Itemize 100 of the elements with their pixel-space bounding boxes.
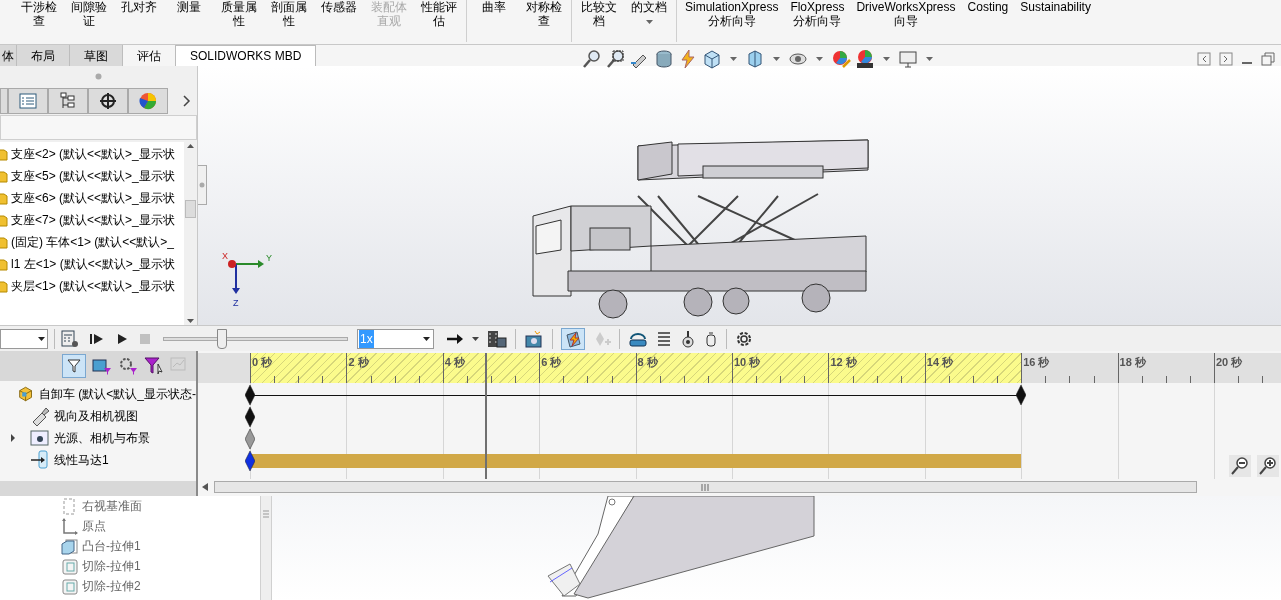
magnifier-icon[interactable] [582, 49, 602, 69]
filter-button[interactable] [62, 354, 86, 378]
grip-lines-icon[interactable] [701, 483, 710, 491]
folder-icon[interactable] [0, 169, 8, 183]
restore-icon[interactable] [1261, 52, 1275, 66]
ribbon-tab[interactable]: 草图 [70, 45, 123, 66]
spring-icon[interactable] [656, 329, 672, 348]
folder-icon[interactable] [0, 191, 8, 205]
caret-icon[interactable] [472, 336, 479, 341]
cube-icon[interactable] [745, 49, 765, 69]
scrollbar[interactable] [184, 142, 197, 325]
ribbon-button[interactable]: Costing [961, 0, 1015, 14]
ribbon-tab[interactable]: 布局 [17, 45, 70, 66]
color-ball-icon[interactable] [831, 49, 851, 69]
tree-item[interactable]: 视向及相机视图 [54, 407, 138, 425]
splitter-grip-icon[interactable] [263, 510, 269, 519]
ribbon-button[interactable]: 质量属性 [214, 0, 264, 28]
ribbon-button[interactable]: 性能评估 [414, 0, 464, 28]
assembly-icon[interactable] [18, 384, 35, 404]
tree-item[interactable]: 夹层<1> (默认<<默认>_显示状 [11, 277, 175, 295]
right-arrow-icon[interactable] [446, 331, 464, 346]
tree-item[interactable]: 凸台-拉伸1 [82, 537, 141, 555]
tree-item[interactable]: 支座<7> (默认<<默认>_显示状 [11, 211, 175, 229]
playhead-line[interactable] [485, 353, 488, 479]
ribbon-button[interactable]: 间隙验证 [64, 0, 114, 28]
camera-icon[interactable] [524, 328, 544, 349]
tree-item[interactable]: 线性马达1 [54, 451, 109, 469]
contact-icon[interactable] [680, 329, 696, 348]
origin-icon[interactable] [60, 517, 78, 535]
tree-icon[interactable] [58, 92, 78, 110]
folder-icon[interactable] [0, 279, 8, 293]
step-play-icon[interactable] [89, 331, 105, 346]
folder-icon[interactable] [0, 257, 8, 271]
camera-funnel-icon[interactable] [92, 356, 112, 376]
color-wheel-icon[interactable] [138, 92, 158, 110]
scroll-left-icon[interactable] [202, 483, 208, 491]
grip-dot-icon[interactable] [199, 182, 205, 188]
tree-item[interactable]: 支座<5> (默认<<默认>_显示状 [11, 167, 175, 185]
ribbon-button[interactable]: 曲率 [469, 0, 519, 14]
flashlight-icon[interactable] [30, 406, 50, 426]
keypoint-icon[interactable] [245, 451, 255, 471]
keypoint-icon[interactable] [245, 385, 255, 405]
scroll-thumb[interactable] [185, 199, 196, 218]
folder-icon[interactable] [0, 235, 8, 249]
scroll-up-icon[interactable] [187, 144, 194, 148]
list-icon[interactable] [18, 92, 38, 110]
tree-item[interactable]: (固定) 车体<1> (默认<<默认>_ [11, 233, 175, 251]
calculator-icon[interactable] [61, 329, 79, 348]
gear-funnel-icon[interactable] [118, 356, 138, 376]
caret-icon[interactable] [423, 336, 430, 341]
motor-arrow-icon[interactable] [30, 450, 50, 470]
ribbon-button[interactable]: 传感器 [314, 0, 364, 14]
tree-item[interactable]: 切除-拉伸2 [82, 577, 141, 595]
ribbon-button[interactable]: Sustainability [1014, 0, 1097, 14]
ribbon-button[interactable]: 孔对齐 [114, 0, 164, 14]
ribbon-button[interactable]: SimulationXpress 分析向导 [679, 0, 785, 28]
collapse-caret-icon[interactable] [10, 434, 16, 442]
tree-item[interactable]: 支座<2> (默认<<默认>_显示状 [11, 145, 175, 163]
ribbon-button[interactable]: 比较文档 [574, 0, 624, 28]
scroll-down-icon[interactable] [187, 319, 194, 323]
tree-item[interactable]: 自卸车 (默认<默认_显示状态- [39, 385, 196, 403]
ribbon-button[interactable]: 剖面属性 [264, 0, 314, 28]
panel-left-icon[interactable] [1197, 52, 1211, 66]
grip-dot-icon[interactable] [95, 72, 102, 80]
lightning-icon[interactable] [678, 49, 698, 69]
panel-handle[interactable] [198, 165, 207, 205]
funnel-icon[interactable] [67, 359, 81, 373]
gear-icon[interactable] [735, 329, 753, 348]
ribbon-button[interactable]: 的文档 [624, 0, 674, 24]
tree-item[interactable]: l1 左<1> (默认<<默认>_显示状 [11, 255, 176, 273]
slider[interactable] [163, 328, 348, 349]
horizontal-scrollbar[interactable] [202, 480, 1197, 494]
ribbon-button[interactable]: 对称检查 [519, 0, 569, 28]
scroll-thumb[interactable] [214, 481, 1197, 493]
crosshair-icon[interactable] [98, 92, 118, 110]
gravity-icon[interactable] [704, 329, 718, 348]
tree-item[interactable]: 光源、相机与布景 [54, 429, 150, 447]
magnifier-icon[interactable] [606, 49, 626, 69]
ribbon-button[interactable]: FloXpress 分析向导 [784, 0, 851, 28]
tree-item[interactable]: 原点 [82, 517, 106, 535]
cube-icon[interactable] [702, 49, 722, 69]
keypoint-icon[interactable] [1016, 385, 1027, 405]
caret-icon[interactable] [38, 336, 45, 341]
zoom-out-icon[interactable] [1229, 455, 1251, 477]
folder-icon[interactable] [0, 147, 8, 161]
ribbon-button[interactable]: DriveWorksXpress 向导 [850, 0, 962, 28]
keypoint-icon[interactable] [245, 407, 255, 427]
ribbon-button[interactable]: 干涉检查 [14, 0, 64, 28]
tree-item[interactable]: 切除-拉伸1 [82, 557, 141, 575]
panel-tab[interactable] [88, 88, 128, 114]
film-save-icon[interactable] [487, 328, 507, 349]
ribbon-button[interactable]: 测量 [164, 0, 214, 14]
ribbon-tab[interactable]: 体 [0, 45, 17, 66]
funnel-cursor-icon[interactable] [144, 356, 164, 376]
panel-tab[interactable] [48, 88, 88, 114]
play-icon[interactable] [115, 331, 129, 346]
cylinder-section-icon[interactable] [654, 49, 674, 69]
filter-field[interactable] [0, 115, 197, 140]
monitor-icon[interactable] [898, 49, 918, 69]
color-ball-icon[interactable] [855, 49, 875, 69]
